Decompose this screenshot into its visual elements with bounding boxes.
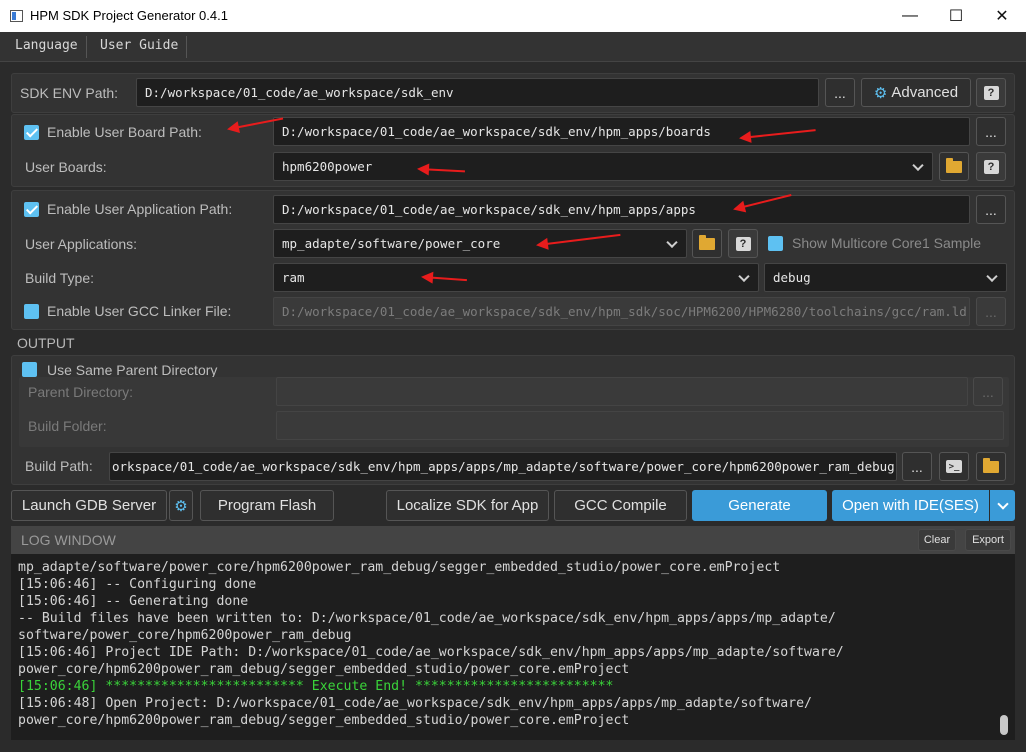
- boards-folder-button[interactable]: [939, 152, 969, 181]
- help-icon: ?: [983, 85, 999, 100]
- user-boards-value: hpm6200power: [282, 159, 373, 174]
- build-type-label: Build Type:: [25, 270, 95, 286]
- sdk-env-path-input[interactable]: D:/workspace/01_code/ae_workspace/sdk_en…: [136, 78, 819, 107]
- open-ide-button[interactable]: Open with IDE(SES): [832, 490, 989, 521]
- log-clear-button[interactable]: Clear: [918, 529, 956, 551]
- open-terminal-button[interactable]: >_: [939, 452, 969, 481]
- folder-icon: [983, 457, 999, 473]
- user-boards-select[interactable]: hpm6200power: [273, 152, 933, 181]
- linker-file-input[interactable]: D:/workspace/01_code/ae_workspace/sdk_en…: [273, 297, 970, 326]
- chevron-down-icon: [738, 270, 750, 282]
- build-folder-label: Build Folder:: [28, 418, 107, 434]
- generate-button[interactable]: Generate: [692, 490, 827, 521]
- log-header: LOG WINDOW Clear Export: [11, 526, 1015, 554]
- same-parent-checkbox[interactable]: [22, 362, 37, 377]
- localize-sdk-button[interactable]: Localize SDK for App: [386, 490, 549, 521]
- log-title: LOG WINDOW: [21, 532, 116, 548]
- log-line: [15:06:46] Project IDE Path: D:/workspac…: [18, 645, 844, 660]
- apps-folder-button[interactable]: [692, 229, 722, 258]
- user-boards-label: User Boards:: [25, 159, 107, 175]
- linker-checkbox[interactable]: [24, 304, 39, 319]
- folder-icon: [946, 157, 962, 173]
- enable-app-label: Enable User Application Path:: [47, 201, 233, 217]
- build-path-label: Build Path:: [25, 458, 93, 474]
- advanced-button[interactable]: ⚙ Advanced: [861, 78, 971, 107]
- multicore-checkbox[interactable]: [768, 236, 783, 251]
- user-apps-label: User Applications:: [25, 236, 138, 252]
- enable-board-label: Enable User Board Path:: [47, 124, 202, 140]
- gcc-compile-button[interactable]: GCC Compile: [554, 490, 687, 521]
- close-button[interactable]: ✕: [979, 0, 1025, 32]
- app-path-input[interactable]: D:/workspace/01_code/ae_workspace/sdk_en…: [273, 195, 970, 224]
- build-path-browse-button[interactable]: ...: [902, 452, 932, 481]
- parent-dir-browse-button[interactable]: ...: [973, 377, 1003, 406]
- menu-separator: [86, 36, 87, 58]
- log-line: [15:06:46] -- Configuring done: [18, 577, 257, 592]
- menu-user-guide[interactable]: User Guide: [100, 38, 178, 53]
- chevron-down-icon: [912, 159, 924, 171]
- title-bar: HPM SDK Project Generator 0.4.1 — ☐ ✕: [0, 0, 1026, 32]
- gdb-settings-button[interactable]: ⚙: [169, 490, 193, 521]
- parent-dir-label: Parent Directory:: [28, 384, 134, 400]
- build-type-value: ram: [282, 270, 305, 285]
- menu-separator: [186, 36, 187, 58]
- gear-icon: ⚙: [873, 84, 888, 102]
- enable-app-checkbox[interactable]: [24, 202, 39, 217]
- build-path-folder-button[interactable]: [976, 452, 1006, 481]
- log-export-button[interactable]: Export: [965, 529, 1011, 551]
- log-line: -- Build files have been written to: D:/…: [18, 611, 836, 626]
- build-folder-input[interactable]: [276, 411, 1004, 440]
- log-line: power_core/hpm6200power_ram_debug/segger…: [18, 662, 630, 677]
- build-config-select[interactable]: debug: [764, 263, 1007, 292]
- chevron-down-icon: [666, 236, 678, 248]
- help-icon: ?: [983, 159, 999, 174]
- build-type-select[interactable]: ram: [273, 263, 759, 292]
- chevron-down-icon: [996, 497, 1009, 510]
- log-line: software/power_core/hpm6200power_ram_deb…: [18, 628, 352, 643]
- app-path-browse-button[interactable]: ...: [976, 195, 1006, 224]
- sdk-env-browse-button[interactable]: ...: [825, 78, 855, 107]
- log-output[interactable]: mp_adapte/software/power_core/hpm6200pow…: [11, 554, 1015, 740]
- program-flash-button[interactable]: Program Flash: [200, 490, 334, 521]
- minimize-button[interactable]: —: [887, 0, 933, 32]
- app-icon: [10, 10, 23, 22]
- log-line: [15:06:46] ************************* Exe…: [18, 679, 614, 694]
- maximize-button[interactable]: ☐: [933, 0, 979, 32]
- board-path-input[interactable]: D:/workspace/01_code/ae_workspace/sdk_en…: [273, 117, 970, 146]
- same-parent-label: Use Same Parent Directory: [47, 362, 218, 378]
- chevron-down-icon: [986, 270, 998, 282]
- menu-bar: Language User Guide: [0, 32, 1026, 62]
- sdk-help-button[interactable]: ?: [976, 78, 1006, 107]
- terminal-icon: >_: [946, 460, 962, 473]
- log-line: mp_adapte/software/power_core/hpm6200pow…: [18, 560, 781, 575]
- user-apps-select[interactable]: mp_adapte/software/power_core: [273, 229, 687, 258]
- output-section-label: OUTPUT: [17, 335, 75, 351]
- multicore-label: Show Multicore Core1 Sample: [792, 235, 982, 251]
- folder-icon: [699, 234, 715, 250]
- open-ide-dropdown-button[interactable]: [990, 490, 1015, 521]
- log-line: power_core/hpm6200power_ram_debug/segger…: [18, 713, 630, 728]
- board-path-browse-button[interactable]: ...: [976, 117, 1006, 146]
- advanced-label: Advanced: [891, 84, 959, 101]
- enable-board-checkbox[interactable]: [24, 125, 39, 140]
- log-scrollbar[interactable]: [1000, 715, 1008, 735]
- linker-browse-button[interactable]: ...: [976, 297, 1006, 326]
- window-title: HPM SDK Project Generator 0.4.1: [30, 8, 228, 23]
- menu-language[interactable]: Language: [15, 38, 78, 53]
- apps-help-button[interactable]: ?: [728, 229, 758, 258]
- boards-help-button[interactable]: ?: [976, 152, 1006, 181]
- linker-label: Enable User GCC Linker File:: [47, 303, 232, 319]
- log-line: [15:06:48] Open Project: D:/workspace/01…: [18, 696, 812, 711]
- user-apps-value: mp_adapte/software/power_core: [282, 236, 501, 251]
- log-line: [15:06:46] -- Generating done: [18, 594, 249, 609]
- launch-gdb-button[interactable]: Launch GDB Server: [11, 490, 167, 521]
- help-icon: ?: [735, 236, 751, 251]
- parent-dir-input[interactable]: [276, 377, 968, 406]
- build-path-input[interactable]: orkspace/01_code/ae_workspace/sdk_env/hp…: [109, 452, 897, 481]
- build-config-value: debug: [773, 270, 811, 285]
- gear-icon: ⚙: [174, 497, 188, 515]
- sdk-env-label: SDK ENV Path:: [20, 85, 119, 101]
